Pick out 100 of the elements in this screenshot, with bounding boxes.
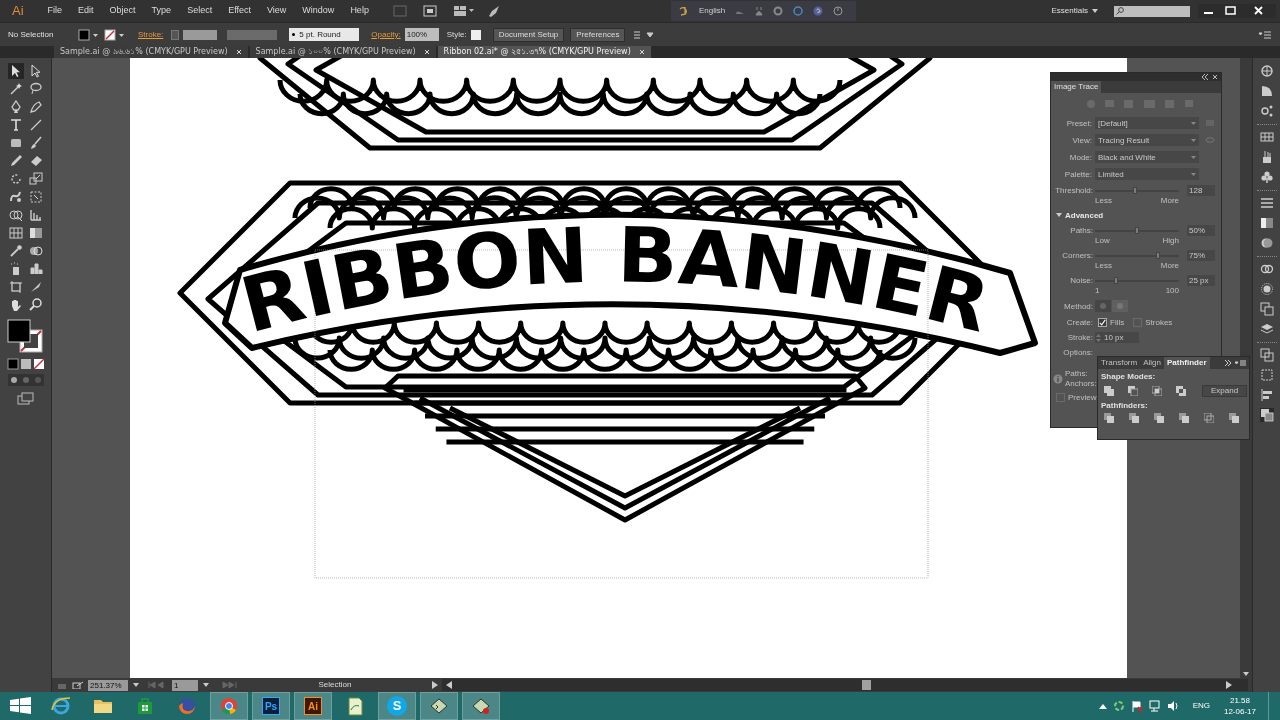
workspace-switcher[interactable]: Essentials [1051,5,1088,17]
gradient-ramp-icon[interactable] [1259,84,1274,98]
overlapping-squares-icon[interactable] [1259,348,1274,362]
caret-icon[interactable] [1092,9,1098,13]
network-icon[interactable] [1148,700,1161,712]
layers-icon[interactable] [1259,322,1274,336]
slider-thumb[interactable] [1133,186,1138,194]
free-transform-icon[interactable] [27,189,44,205]
cloud-libraries-icon[interactable] [1259,262,1274,276]
menu-item[interactable]: Object [101,4,144,18]
lasso-icon[interactable] [27,81,44,97]
minimize-icon[interactable] [1198,4,1220,18]
artboards-icon[interactable] [1259,302,1274,316]
taskbar-button[interactable]: Ai [294,692,332,720]
method-toggle-icons[interactable] [1095,300,1129,312]
minus-front-icon[interactable] [1128,386,1138,396]
mesh-icon[interactable] [7,225,24,241]
close-icon[interactable] [423,49,430,55]
panel-tab[interactable]: Align [1140,357,1164,369]
minus-back-icon[interactable] [1229,413,1239,423]
scroll-left-icon[interactable] [446,681,452,689]
expand-icon[interactable] [1224,360,1232,366]
language-label[interactable]: English [698,5,726,17]
dropdown[interactable]: Tracing Result [1095,134,1199,146]
help-icon[interactable] [813,6,824,16]
value-field[interactable]: 50% [1187,225,1215,236]
slider-thumb[interactable] [1135,226,1139,234]
opacity-field[interactable]: 100% [404,28,439,41]
transparency-icon[interactable] [1259,236,1274,250]
menu-item[interactable]: Select [179,4,221,18]
clock-date[interactable]: 12-06-17 [1223,706,1256,717]
menu-item[interactable]: Help [342,4,377,18]
value-field[interactable]: 75% [1187,250,1215,261]
dropdown[interactable]: Black and White [1095,151,1199,163]
perspective-grid-icon[interactable] [27,207,44,223]
menu-item[interactable]: Edit [70,4,102,18]
shape-builder-icon[interactable] [7,207,24,223]
variable-width-field[interactable] [227,29,278,40]
zoom-field[interactable]: 251.37% [88,679,128,691]
panel-tab[interactable]: Transform [1098,357,1141,369]
zoom-icon[interactable] [27,297,44,313]
brush-dropdown[interactable]: 5 pt. Round [289,28,360,41]
dropdown[interactable]: [Default] [1095,117,1199,129]
blend-icon[interactable] [27,243,44,259]
artboard-field[interactable]: 1 [172,679,198,691]
taskbar-button[interactable] [420,692,458,720]
speaker-icon[interactable] [1166,700,1179,712]
menu-item[interactable]: Window [294,4,343,18]
transform-icon[interactable] [1259,368,1274,382]
crop-icon[interactable] [1179,413,1189,423]
panel-menu-icon[interactable] [1235,360,1247,366]
slider-thumb[interactable] [1156,251,1160,259]
value-field[interactable]: 128 [1187,185,1215,196]
screen-mode-icon[interactable] [16,392,35,406]
bar-graph-icon[interactable] [27,261,44,277]
caret-icon[interactable] [202,681,210,689]
close-icon[interactable] [1242,4,1276,18]
intersect-icon[interactable] [1152,386,1162,396]
stroke-swatch[interactable] [104,28,126,41]
panel-tab[interactable]: Image Trace [1051,81,1102,93]
toolbar-button[interactable]: Document Setup [492,27,565,42]
input-language[interactable]: ENG [1192,700,1210,712]
close-icon[interactable] [1212,74,1218,80]
fill-swatch[interactable] [78,28,100,41]
pathfinder-icon[interactable] [1259,408,1274,422]
toolbar-button[interactable]: Preferences [570,27,626,42]
merge-icon[interactable] [1154,413,1164,423]
outline-icon[interactable] [1204,413,1214,423]
arrange-documents-icon[interactable] [452,5,475,17]
horizontal-scrollbar[interactable] [442,679,1248,691]
nodes-icon[interactable] [1259,104,1274,118]
globe-icon[interactable] [1259,64,1274,78]
panel-tab[interactable]: Pathfinder [1163,357,1210,369]
menu-item[interactable]: File [39,4,71,18]
play-icon[interactable] [432,681,438,689]
gear-icon[interactable] [773,6,784,16]
caret-icon[interactable] [132,681,140,689]
stroke-weight-field[interactable] [183,29,218,40]
warp-icon[interactable] [7,189,24,205]
checkbox-label[interactable]: Fills [1110,317,1125,327]
style-swatch[interactable] [470,29,481,40]
club-icon[interactable] [1259,170,1274,184]
sync-icon[interactable] [1112,700,1125,712]
stock-icon[interactable] [422,5,437,17]
panel-menu-icon[interactable] [1258,29,1272,40]
gradient-icon[interactable] [1259,216,1274,230]
share-icon[interactable] [72,681,84,689]
search-field[interactable] [1114,5,1190,17]
curve-pen-icon[interactable] [27,99,44,115]
collapse-icon[interactable] [1201,74,1209,80]
rocket-icon[interactable] [486,5,501,17]
color-mode-icons[interactable] [5,358,46,370]
sun-icon[interactable] [1259,282,1274,296]
unite-icon[interactable] [1104,386,1114,396]
opacity-label[interactable]: Opacity: [371,28,401,41]
advanced-toggle[interactable]: Advanced [1051,210,1217,220]
browser-e-icon[interactable] [793,6,804,16]
scroll-thumb[interactable] [862,680,871,690]
exclude-icon[interactable] [1176,386,1186,396]
stroke-weight-stepper[interactable] [171,29,180,40]
